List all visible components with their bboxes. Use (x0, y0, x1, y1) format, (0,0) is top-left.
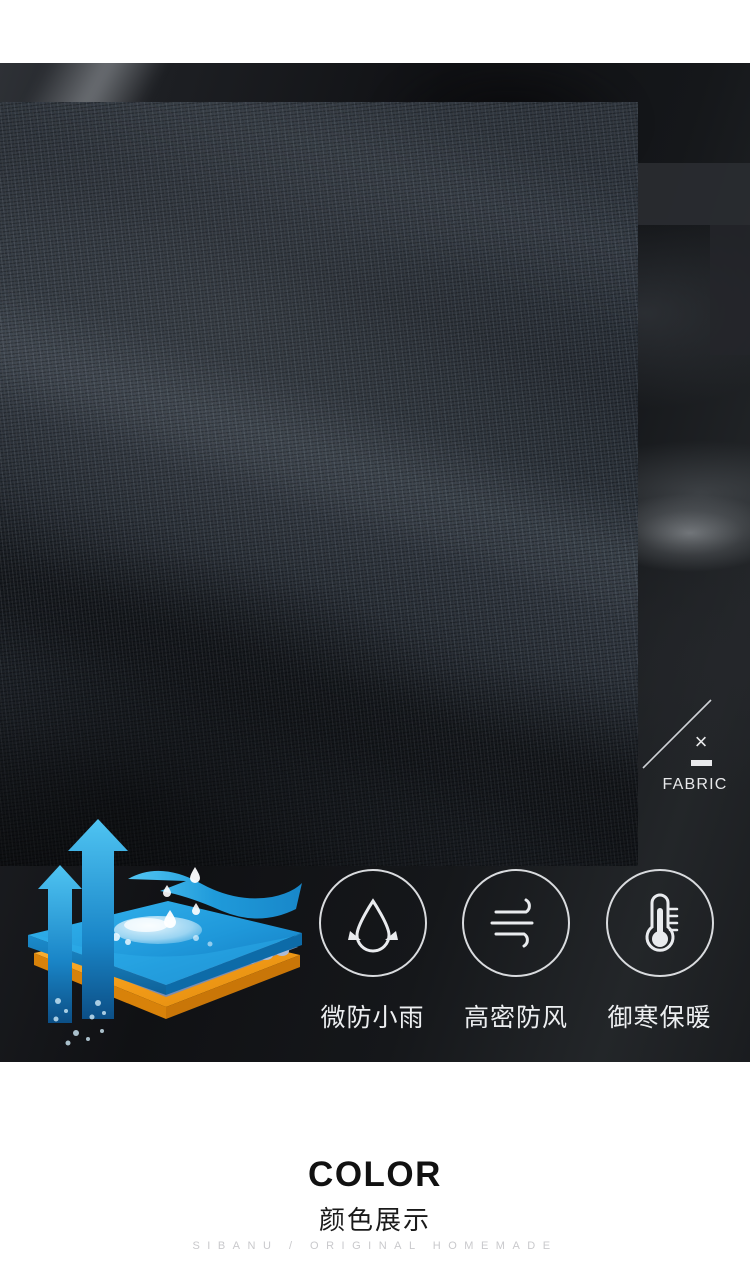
dash-icon (691, 760, 712, 766)
feature-list: 微防小雨 高密防风 御寒保暖 (306, 869, 726, 1059)
fabric-tag-label: FABRIC (662, 776, 728, 793)
feature-label: 御寒保暖 (607, 1004, 712, 1032)
fabric-vignette (0, 102, 638, 866)
fabric-macro-photo (0, 102, 638, 866)
wind-icon (490, 898, 534, 948)
thermometer-icon (645, 893, 678, 952)
feature-circle (318, 869, 427, 977)
color-subtitle: 颜色展示 (318, 1205, 431, 1235)
fabric-tag: × FABRIC (641, 692, 749, 807)
feature-circle (605, 869, 714, 977)
fabric-section: × FABRIC 微防小雨 高密防风 御寒保暖 (0, 63, 750, 1062)
membrane-diagram (28, 819, 302, 1046)
feature-label: 微防小雨 (320, 1004, 425, 1032)
feature-item-warmth: 御寒保暖 (593, 869, 726, 1034)
backdrop-panel-upper (637, 163, 750, 225)
top-white-strip (0, 0, 750, 63)
cross-icon: × (694, 729, 708, 754)
color-tagline: SIBANU / ORIGINAL HOMEMADE (192, 1240, 558, 1252)
feature-circle (462, 869, 570, 977)
product-detail-page: × FABRIC 微防小雨 高密防风 御寒保暖 COLOR 颜色展示 SIBAN… (0, 0, 750, 1261)
feature-item-water-resistant: 微防小雨 (306, 869, 439, 1034)
color-title: COLOR (308, 1155, 442, 1194)
color-section: COLOR 颜色展示 SIBANU / ORIGINAL HOMEMADE (0, 1062, 750, 1261)
feature-item-windproof: 高密防风 (450, 869, 583, 1034)
feature-label: 高密防风 (463, 1004, 568, 1032)
backdrop-panel-lower (710, 225, 750, 355)
water-drop-icon (347, 898, 398, 953)
